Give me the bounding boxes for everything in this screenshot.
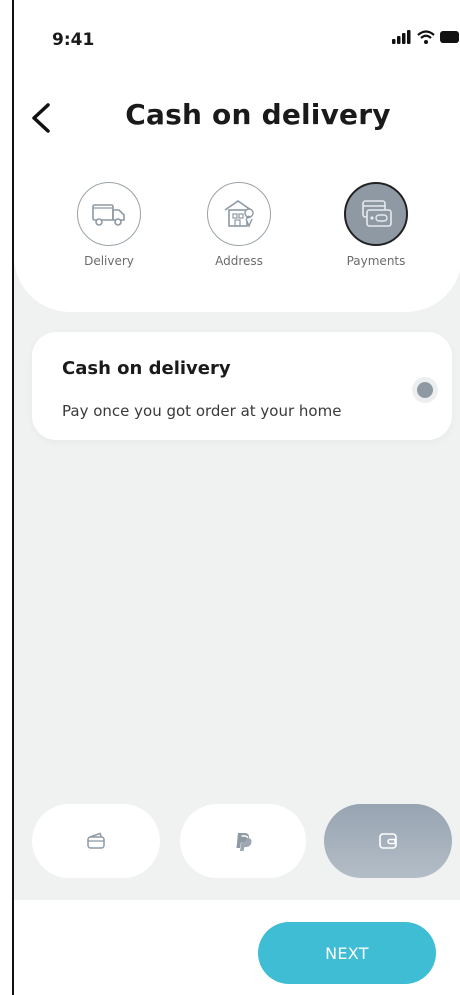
card-icon (362, 200, 392, 227)
wallet-icon (379, 833, 397, 849)
status-icons (392, 30, 460, 44)
step-address[interactable]: Address (189, 182, 289, 268)
status-bar: 9:41 (14, 0, 460, 70)
radio-selected-dot (417, 382, 433, 398)
status-time: 9:41 (52, 30, 95, 50)
step-payments-label: Payments (346, 254, 406, 268)
card-outline-icon (87, 832, 105, 849)
paypal-icon (236, 833, 252, 851)
payment-option-title: Cash on delivery (62, 358, 231, 379)
payment-option-description: Pay once you got order at your home (62, 402, 342, 420)
step-address-label: Address (215, 254, 263, 268)
method-paypal-button[interactable] (180, 804, 306, 878)
step-address-circle (207, 182, 271, 246)
method-wallet-button[interactable] (324, 804, 452, 878)
bottom-bar: NEXT (14, 900, 460, 995)
step-payments-circle (344, 182, 408, 246)
payment-option-radio[interactable] (412, 377, 438, 403)
header-card: 9:41 Cash on delivery Delivery Address P… (14, 0, 460, 312)
step-delivery[interactable]: Delivery (59, 182, 159, 268)
next-button[interactable]: NEXT (258, 922, 436, 984)
step-delivery-circle (77, 182, 141, 246)
step-delivery-label: Delivery (84, 254, 134, 268)
truck-icon (92, 204, 125, 226)
payment-option-card[interactable]: Cash on delivery Pay once you got order … (32, 332, 452, 440)
battery-icon (440, 31, 459, 43)
signal-icon (392, 30, 411, 44)
step-payments[interactable]: Payments (326, 182, 426, 268)
location-building-icon (224, 200, 254, 228)
phone-screen: 9:41 Cash on delivery Delivery Address P… (12, 0, 460, 995)
method-card-button[interactable] (32, 804, 160, 878)
wifi-icon (417, 30, 435, 44)
page-title: Cash on delivery (125, 98, 391, 131)
